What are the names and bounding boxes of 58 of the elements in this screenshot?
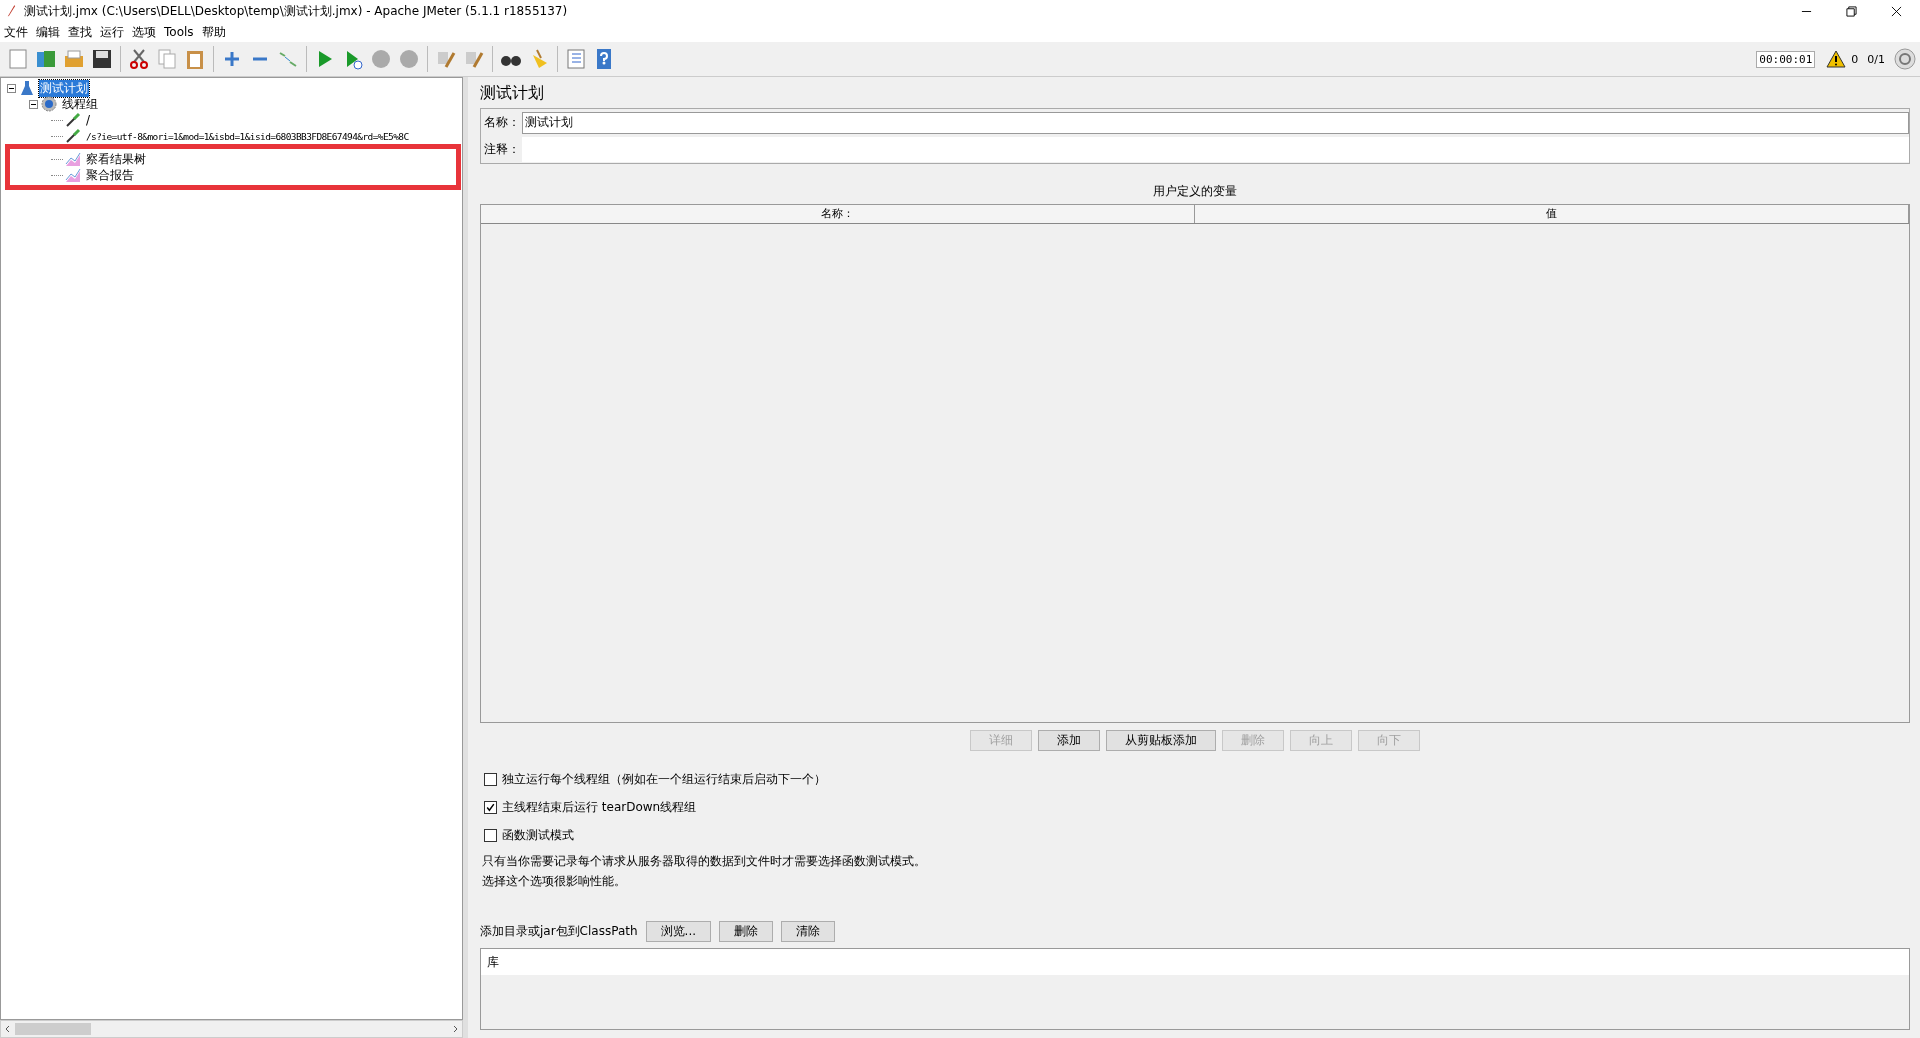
menu-item[interactable]: 选项 — [132, 23, 156, 41]
feather-icon — [6, 4, 16, 18]
comment-field[interactable] — [522, 137, 1909, 162]
checkbox[interactable] — [484, 828, 497, 842]
checkbox[interactable] — [484, 800, 497, 814]
warning-icon[interactable] — [1826, 50, 1847, 68]
column-header[interactable]: 名称： — [481, 205, 1195, 223]
menu-item[interactable]: 编辑 — [36, 23, 60, 41]
checkbox-label[interactable]: 函数测试模式 — [502, 826, 574, 844]
thread-count: 0/1 — [1867, 52, 1885, 66]
checkbox-label[interactable]: 独立运行每个线程组（例如在一个组运行结束后启动下一个） — [502, 770, 826, 788]
menu-item[interactable]: 帮助 — [201, 23, 226, 41]
menu-item[interactable]: 运行 — [100, 23, 124, 41]
chart-icon — [65, 167, 81, 183]
pipette-icon — [65, 128, 81, 144]
column-header[interactable]: 值 — [1195, 205, 1909, 223]
field-label: 注释： — [483, 141, 521, 158]
flask-icon — [19, 80, 35, 96]
running-indicator-icon — [1894, 48, 1916, 70]
menu-item[interactable]: 文件 — [4, 23, 28, 41]
name-field[interactable]: 测试计划 — [522, 111, 1909, 134]
cut-icon[interactable] — [127, 47, 151, 71]
table-button[interactable]: 添加 — [1038, 730, 1100, 751]
chart-icon — [65, 151, 81, 167]
gear-icon — [41, 96, 57, 112]
window-title: 测试计划.jmx (C:\Users\DELL\Desktop\temp\测试计划.jmx) - Apache JMeter (5.1.1 r1855137) — [24, 2, 568, 20]
tree-item[interactable]: 察看结果树 — [85, 150, 147, 168]
restore-icon[interactable] — [1846, 5, 1857, 17]
tree-item[interactable]: /s?ie=utf-8&mori=1&mod=1&isbd=1&isid=6803BB3FD8E67494&rd=%E5%8C — [85, 130, 410, 142]
tree-item[interactable]: / — [85, 113, 92, 127]
field-label: 名称： — [483, 114, 521, 131]
classpath-button[interactable]: 删除 — [719, 921, 773, 942]
save-icon[interactable] — [90, 47, 114, 71]
classpath-button[interactable]: 浏览... — [645, 921, 711, 942]
scroll-left-icon[interactable] — [4, 1025, 12, 1033]
elapsed-timer: 00:00:01 — [1756, 50, 1816, 68]
tree-item[interactable]: 线程组 — [61, 95, 99, 113]
column-header[interactable]: 库 — [481, 949, 1909, 975]
panel-title: 测试计划 — [480, 83, 545, 104]
expander-icon[interactable] — [7, 83, 16, 93]
table-button[interactable]: 从剪贴板添加 — [1106, 730, 1216, 751]
expander-icon[interactable] — [29, 99, 38, 109]
menu-item[interactable]: 查找 — [68, 23, 92, 41]
pipette-icon — [65, 112, 81, 128]
tree-item[interactable]: 聚合报告 — [85, 166, 135, 184]
tree-item[interactable]: 测试计划 — [39, 79, 89, 97]
scroll-right-icon[interactable] — [451, 1025, 459, 1033]
table-title: 用户定义的变量 — [1152, 183, 1238, 200]
classpath-label: 添加目录或jar包到ClassPath — [480, 923, 638, 940]
description-text: 只有当你需要记录每个请求从服务器取得的数据到文件时才需要选择函数测试模式。 — [482, 853, 927, 870]
error-count: 0 — [1851, 52, 1859, 66]
description-text: 选择这个选项很影响性能。 — [482, 873, 627, 890]
checkbox[interactable] — [484, 772, 497, 786]
close-icon[interactable] — [1891, 5, 1902, 17]
horizontal-scrollbar[interactable] — [0, 1020, 463, 1038]
menu-item[interactable]: Tools — [164, 25, 194, 39]
checkbox-label[interactable]: 主线程结束后运行 tearDown线程组 — [502, 798, 697, 816]
classpath-button[interactable]: 清除 — [781, 921, 835, 942]
